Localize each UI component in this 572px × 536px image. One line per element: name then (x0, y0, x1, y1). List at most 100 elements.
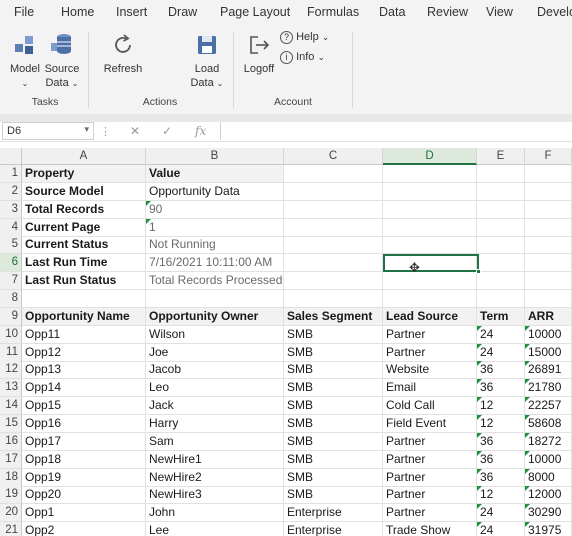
table-cell[interactable]: Opp17 (22, 432, 146, 451)
table-header-cell[interactable]: Sales Segment (284, 307, 383, 326)
table-cell[interactable]: Website (383, 361, 477, 380)
table-cell[interactable] (284, 254, 383, 273)
table-cell[interactable] (477, 200, 525, 219)
table-cell[interactable]: 36 (477, 450, 525, 469)
info-button[interactable]: i Info ⌄ (280, 50, 325, 64)
table-cell[interactable] (525, 272, 572, 291)
table-cell[interactable]: Opp18 (22, 450, 146, 469)
table-cell[interactable]: NewHire3 (146, 486, 284, 505)
table-cell[interactable] (525, 165, 572, 183)
table-cell[interactable]: 58608 (525, 414, 572, 433)
row-header[interactable]: 1 (0, 165, 22, 183)
row-header[interactable]: 13 (0, 379, 22, 398)
table-cell[interactable]: SMB (284, 450, 383, 469)
table-cell[interactable] (22, 290, 146, 308)
table-cell[interactable]: Opp20 (22, 486, 146, 505)
table-cell[interactable] (477, 236, 525, 255)
menu-page-layout[interactable]: Page Layout (220, 5, 290, 19)
row-header[interactable]: 8 (0, 290, 22, 308)
table-cell[interactable] (525, 182, 572, 201)
table-cell[interactable] (477, 165, 525, 183)
table-header-cell[interactable]: Opportunity Name (22, 307, 146, 326)
table-cell[interactable]: 24 (477, 522, 525, 536)
table-cell[interactable]: Sam (146, 432, 284, 451)
row-header[interactable]: 3 (0, 200, 22, 219)
table-cell[interactable]: Cold Call (383, 397, 477, 416)
model-button[interactable]: Model ⌄ (8, 32, 42, 91)
active-cell-selection[interactable] (383, 254, 481, 274)
table-cell[interactable] (146, 290, 284, 308)
column-header-e[interactable]: E (477, 148, 525, 165)
table-header-cell[interactable]: Term (477, 307, 525, 326)
table-cell[interactable]: Leo (146, 379, 284, 398)
property-name-cell[interactable]: Last Run Time (22, 254, 146, 273)
table-cell[interactable]: 26891 (525, 361, 572, 380)
table-cell[interactable]: Opp1 (22, 504, 146, 523)
table-cell[interactable]: SMB (284, 486, 383, 505)
table-cell[interactable] (477, 182, 525, 201)
cancel-icon[interactable]: ✕ (130, 124, 140, 138)
table-cell[interactable]: SMB (284, 468, 383, 487)
table-cell[interactable]: 12000 (525, 486, 572, 505)
table-cell[interactable]: Trade Show (383, 522, 477, 536)
table-cell[interactable] (477, 290, 525, 308)
menu-insert[interactable]: Insert (116, 5, 147, 19)
refresh-button[interactable]: Refresh (100, 32, 146, 76)
table-cell[interactable]: 24 (477, 343, 525, 362)
row-header[interactable]: 18 (0, 468, 22, 487)
row-header[interactable]: 10 (0, 325, 22, 344)
table-cell[interactable]: 24 (477, 504, 525, 523)
table-cell[interactable]: Enterprise (284, 522, 383, 536)
table-cell[interactable]: Partner (383, 325, 477, 344)
row-header[interactable]: 4 (0, 218, 22, 237)
row-header[interactable]: 6 (0, 254, 22, 273)
table-cell[interactable] (383, 200, 477, 219)
table-cell[interactable] (284, 165, 383, 183)
table-cell[interactable]: 24 (477, 325, 525, 344)
menu-file[interactable]: File (14, 5, 34, 19)
row-header[interactable]: 16 (0, 432, 22, 451)
row-header[interactable]: 17 (0, 450, 22, 469)
row-header[interactable]: 9 (0, 307, 22, 326)
table-cell[interactable] (284, 290, 383, 308)
select-all-corner[interactable] (0, 148, 22, 165)
row-header[interactable]: 12 (0, 361, 22, 380)
table-header-cell[interactable]: ARR (525, 307, 572, 326)
table-cell[interactable]: 22257 (525, 397, 572, 416)
load-data-button[interactable]: Load Data ⌄ (188, 32, 226, 91)
table-cell[interactable]: 18272 (525, 432, 572, 451)
property-name-cell[interactable]: Last Run Status (22, 272, 146, 291)
property-name-cell[interactable]: Current Status (22, 236, 146, 255)
table-cell[interactable]: Opp2 (22, 522, 146, 536)
table-cell[interactable]: 31975 (525, 522, 572, 536)
table-cell[interactable]: 15000 (525, 343, 572, 362)
table-cell[interactable]: John (146, 504, 284, 523)
table-cell[interactable]: 12 (477, 397, 525, 416)
property-value-cell[interactable]: 90 (146, 200, 284, 219)
table-cell[interactable] (284, 200, 383, 219)
menu-developer[interactable]: Develo (537, 5, 572, 19)
table-cell[interactable] (525, 200, 572, 219)
property-name-cell[interactable]: Property (22, 165, 146, 183)
table-cell[interactable]: 21780 (525, 379, 572, 398)
table-cell[interactable]: Jacob (146, 361, 284, 380)
menu-formulas[interactable]: Formulas (307, 5, 359, 19)
table-cell[interactable]: SMB (284, 432, 383, 451)
table-cell[interactable] (477, 254, 525, 273)
table-cell[interactable]: Opp12 (22, 343, 146, 362)
table-cell[interactable]: Partner (383, 486, 477, 505)
table-cell[interactable]: Wilson (146, 325, 284, 344)
menu-review[interactable]: Review (427, 5, 468, 19)
table-cell[interactable] (284, 236, 383, 255)
menu-home[interactable]: Home (61, 5, 94, 19)
table-cell[interactable]: SMB (284, 343, 383, 362)
function-icon[interactable]: fx (195, 124, 206, 138)
property-value-cell[interactable]: 7/16/2021 10:11:00 AM (146, 254, 284, 273)
table-cell[interactable]: Partner (383, 432, 477, 451)
help-button[interactable]: ? Help ⌄ (280, 30, 329, 44)
table-cell[interactable]: Joe (146, 343, 284, 362)
table-header-cell[interactable]: Lead Source (383, 307, 477, 326)
table-cell[interactable]: NewHire1 (146, 450, 284, 469)
table-cell[interactable]: 12 (477, 486, 525, 505)
column-header-a[interactable]: A (22, 148, 146, 165)
